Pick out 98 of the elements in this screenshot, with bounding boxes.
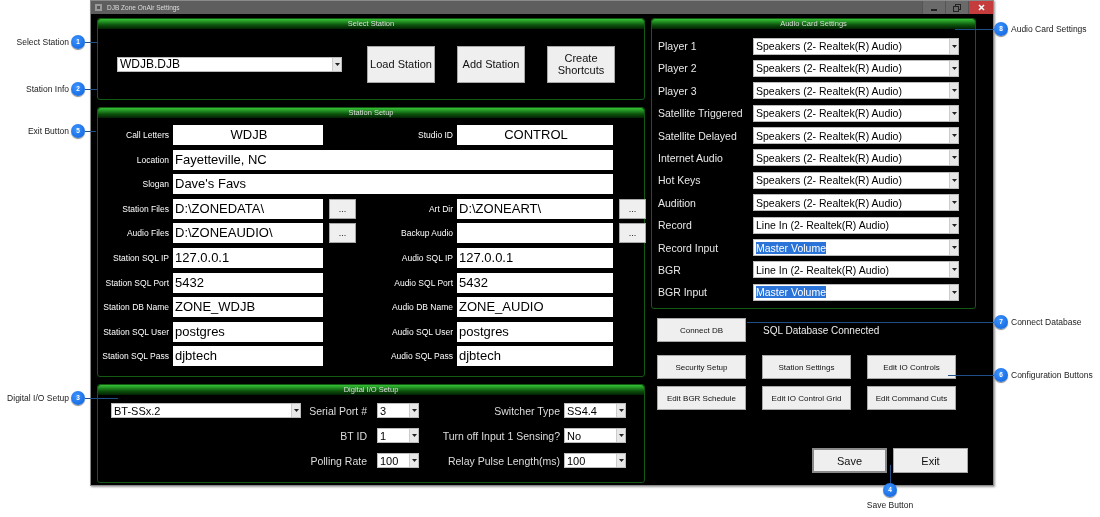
input-field[interactable]: postgres — [173, 321, 323, 342]
callout-label: Audio Card Settings — [1011, 23, 1087, 36]
station-button[interactable]: Add Station — [457, 45, 525, 83]
input-field[interactable]: D:\ZONEAUDIO\ — [173, 223, 323, 244]
input-field[interactable]: 5432 — [173, 272, 323, 293]
field-label: Turn off Input 1 Sensing? — [441, 429, 560, 442]
field-label: Player 3 — [658, 84, 698, 97]
field-label: Audition — [658, 196, 697, 209]
callout-label: Save Button — [865, 499, 915, 512]
dropdown[interactable]: Master Volume — [753, 283, 959, 301]
dropdown[interactable]: Speakers (2- Realtek(R) Audio) — [753, 127, 959, 145]
station-button[interactable]: Create Shortcuts — [547, 45, 615, 83]
field-label: Station Files — [121, 203, 170, 214]
field-label: Audio SQL User — [390, 326, 454, 337]
field-label: Audio SQL Pass — [389, 351, 454, 362]
config-button[interactable]: Edit Command Cuts — [867, 386, 956, 410]
browse-button[interactable]: ... — [619, 223, 646, 244]
field-label: Slogan — [141, 179, 170, 190]
field-label: Satellite Triggered — [658, 107, 744, 120]
config-button[interactable]: Security Setup — [657, 355, 746, 379]
field-label: BGR Input — [658, 286, 709, 299]
callout-label: Configuration Buttons — [1011, 369, 1093, 382]
field-label: Station SQL User — [102, 326, 170, 337]
field-label: Relay Pulse Length(ms) — [446, 454, 560, 467]
field-label: Station SQL IP — [112, 252, 170, 263]
callout-label: Connect Database — [1011, 316, 1082, 329]
input-field[interactable]: 127.0.0.1 — [173, 247, 323, 268]
dropdown[interactable]: Speakers (2- Realtek(R) Audio) — [753, 82, 959, 100]
input-field[interactable]: 5432 — [457, 272, 613, 293]
field-label: Audio Files — [125, 228, 170, 239]
callout-label: Select Station — [15, 36, 69, 49]
dropdown[interactable]: 1 — [377, 428, 419, 444]
field-label: Switcher Type — [493, 404, 560, 417]
dropdown[interactable]: BT-SSx.2 — [111, 403, 301, 419]
dropdown[interactable]: Speakers (2- Realtek(R) Audio) — [753, 104, 959, 122]
input-field[interactable]: ZONE_AUDIO — [457, 297, 613, 318]
field-label: Serial Port # — [308, 404, 367, 417]
field-label: Polling Rate — [309, 454, 367, 467]
field-label: Player 2 — [658, 62, 698, 75]
field-label: Player 1 — [658, 40, 698, 52]
field-label: Audio SQL Port — [393, 277, 454, 288]
browse-button[interactable]: ... — [619, 198, 646, 219]
browse-button[interactable]: ... — [329, 198, 356, 219]
dropdown[interactable]: Speakers (2- Realtek(R) Audio) — [753, 37, 959, 55]
field-label: Studio ID — [417, 130, 454, 140]
dropdown[interactable]: WDJB.DJB — [117, 56, 342, 72]
status-text: SQL Database Connected — [763, 324, 880, 336]
input-field[interactable]: postgres — [457, 321, 613, 342]
callout-label: Digital I/O Setup — [6, 392, 69, 405]
callout-label: Station Info — [25, 83, 69, 96]
field-label: Record — [658, 219, 693, 232]
station-button[interactable]: Load Station — [367, 45, 435, 83]
field-label: Art Dir — [427, 203, 454, 214]
input-field[interactable]: Fayetteville, NC — [173, 149, 613, 170]
dialog-button[interactable]: Save — [812, 448, 887, 473]
input-field[interactable]: djbtech — [457, 346, 613, 367]
dropdown[interactable]: Speakers (2- Realtek(R) Audio) — [753, 194, 959, 212]
config-button[interactable]: Edit BGR Schedule — [657, 386, 746, 410]
field-label: Audio SQL IP — [400, 252, 454, 263]
input-field[interactable]: D:\ZONEDATA\ — [173, 198, 323, 219]
input-field[interactable]: ZONE_WDJB — [173, 297, 323, 318]
field-label: Station DB Name — [102, 302, 170, 313]
dialog-button[interactable]: Exit — [893, 448, 968, 473]
callout-label: Exit Button — [26, 125, 69, 138]
config-button[interactable]: Station Settings — [762, 355, 851, 379]
field-label: Audio DB Name — [391, 302, 454, 313]
dropdown[interactable]: 3 — [377, 403, 419, 419]
field-label: BGR — [658, 263, 682, 276]
input-field[interactable]: Dave's Favs — [173, 174, 613, 195]
field-label: Backup Audio — [400, 228, 454, 239]
input-field[interactable]: 127.0.0.1 — [457, 247, 613, 268]
dropdown[interactable]: 100 — [377, 453, 419, 469]
dropdown[interactable]: Speakers (2- Realtek(R) Audio) — [753, 149, 959, 167]
field-label: Record Input — [658, 241, 720, 254]
connect-button[interactable]: Connect DB — [657, 318, 746, 342]
dropdown[interactable]: 100 — [564, 453, 626, 469]
dropdown[interactable]: No — [564, 428, 626, 444]
dropdown[interactable]: SS4.4 — [564, 403, 626, 419]
field-label: Internet Audio — [658, 151, 724, 164]
browse-button[interactable]: ... — [329, 223, 356, 244]
config-button[interactable]: Edit IO Controls — [867, 355, 956, 379]
field-label: Station SQL Port — [104, 277, 170, 288]
input-field[interactable]: WDJB — [173, 125, 323, 145]
dropdown[interactable]: Line In (2- Realtek(R) Audio) — [753, 261, 959, 279]
dropdown[interactable]: Speakers (2- Realtek(R) Audio) — [753, 171, 959, 189]
field-label: Hot Keys — [658, 174, 702, 187]
input-field[interactable]: D:\ZONEART\ — [457, 198, 613, 219]
dropdown[interactable]: Speakers (2- Realtek(R) Audio) — [753, 59, 959, 77]
field-label: Call Letters — [125, 130, 170, 140]
field-label: Station SQL Pass — [101, 351, 170, 362]
field-label: Satellite Delayed — [658, 129, 738, 142]
input-field[interactable]: djbtech — [173, 346, 323, 367]
config-button[interactable]: Edit IO Control Grid — [762, 386, 851, 410]
dropdown[interactable]: Master Volume — [753, 239, 959, 256]
dropdown[interactable]: Line In (2- Realtek(R) Audio) — [753, 216, 959, 234]
input-field[interactable]: CONTROL — [457, 125, 613, 145]
field-label: Location — [135, 154, 170, 165]
field-label: BT ID — [339, 429, 367, 442]
